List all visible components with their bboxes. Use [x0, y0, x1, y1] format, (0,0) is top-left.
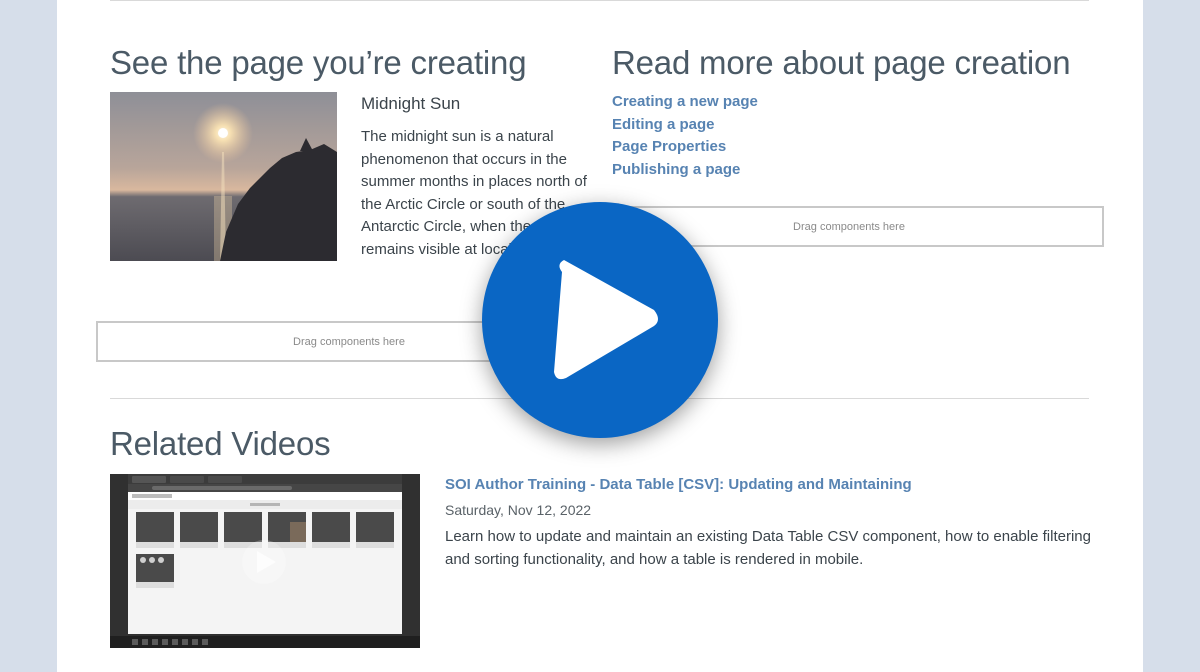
related-videos-heading: Related Videos — [110, 425, 331, 462]
card-title[interactable]: Midnight Sun — [361, 94, 460, 114]
video-thumbnail[interactable] — [110, 474, 420, 648]
section-heading-page-preview: See the page you’re creating — [110, 44, 527, 81]
video-description: Learn how to update and maintain an exis… — [445, 528, 1091, 568]
play-icon — [554, 260, 658, 380]
dropzone-label: Drag components here — [293, 335, 405, 348]
video-title-link[interactable]: SOI Author Training - Data Table [CSV]: … — [445, 476, 912, 493]
section-heading-read-more: Read more about page creation — [612, 44, 1071, 81]
link-creating-new-page[interactable]: Creating a new page — [612, 93, 758, 112]
link-editing-page[interactable]: Editing a page — [612, 116, 758, 135]
midnight-sun-image — [110, 92, 337, 261]
play-button[interactable] — [482, 202, 718, 438]
link-publishing-page[interactable]: Publishing a page — [612, 161, 758, 180]
video-date: Saturday, Nov 12, 2022 — [445, 502, 592, 518]
top-divider — [110, 0, 1089, 1]
page-creation-links: Creating a new page Editing a page Page … — [612, 93, 758, 179]
link-page-properties[interactable]: Page Properties — [612, 138, 758, 157]
dropzone-label: Drag components here — [793, 220, 905, 233]
